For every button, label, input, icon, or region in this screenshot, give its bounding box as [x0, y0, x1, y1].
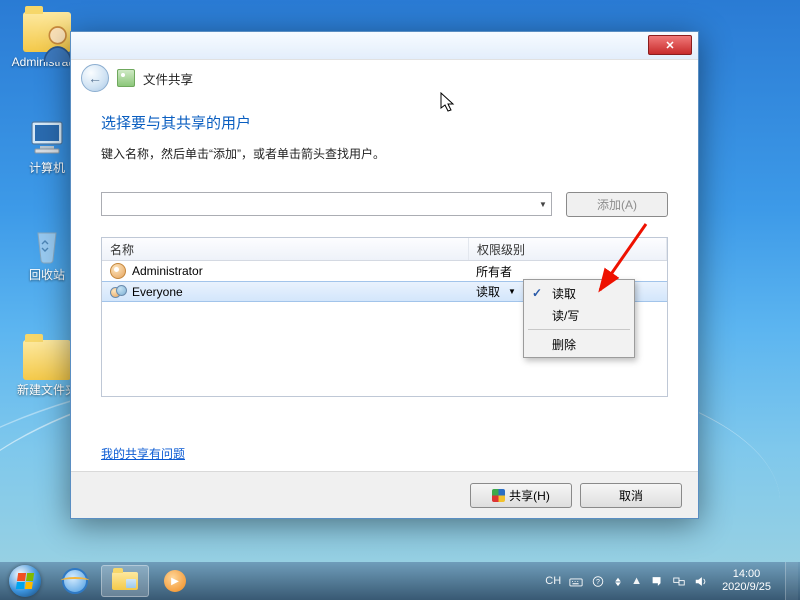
folder-icon [23, 12, 71, 52]
windows-logo-icon [16, 573, 34, 589]
folder-icon [23, 340, 71, 380]
help-icon[interactable]: ? [591, 575, 605, 588]
row-perm: 所有者 [468, 263, 520, 280]
back-button[interactable]: ← [81, 64, 109, 92]
start-button[interactable] [0, 562, 50, 600]
taskbar-explorer[interactable] [101, 565, 149, 597]
row-perm: 读取 [476, 283, 500, 300]
dialog-footer: 共享(H) 取消 [71, 471, 698, 518]
menu-item-read[interactable]: ✓读取 [526, 282, 632, 304]
menu-separator [528, 329, 630, 330]
share-button[interactable]: 共享(H) [470, 483, 572, 508]
taskbar-ie[interactable] [51, 565, 99, 597]
svg-text:?: ? [596, 579, 600, 586]
clock-time: 14:00 [722, 568, 771, 581]
language-indicator[interactable]: CH [545, 575, 561, 587]
permission-menu: ✓读取 读/写 删除 [523, 279, 635, 358]
explorer-icon [112, 572, 138, 590]
menu-item-readwrite[interactable]: 读/写 [526, 304, 632, 326]
recycle-icon [23, 225, 71, 265]
add-button[interactable]: 添加(A) [566, 192, 668, 217]
close-button[interactable]: ✕ [648, 35, 692, 55]
cancel-button[interactable]: 取消 [580, 483, 682, 508]
clock-date: 2020/9/25 [722, 581, 771, 594]
heading: 选择要与其共享的用户 [101, 112, 668, 133]
ie-icon [62, 568, 88, 594]
show-desktop[interactable] [785, 562, 798, 600]
clock[interactable]: 14:00 2020/9/25 [716, 568, 777, 594]
system-tray: CH ? ▲ 14:00 2020/9/25 [545, 562, 800, 600]
options-icon[interactable] [613, 575, 623, 588]
taskbar: CH ? ▲ 14:00 2020/9/25 [0, 562, 800, 600]
row-name: Administrator [132, 264, 203, 278]
titlebar[interactable]: ✕ [71, 32, 698, 60]
chevron-down-icon[interactable]: ▼ [535, 193, 551, 215]
network-icon[interactable] [672, 575, 686, 588]
table-row[interactable]: Administrator 所有者 [102, 261, 667, 281]
keyboard-icon[interactable] [569, 575, 583, 588]
action-center-icon[interactable] [650, 575, 664, 588]
chevron-down-icon[interactable]: ▼ [508, 287, 516, 296]
user-icon [110, 263, 126, 279]
media-player-icon [164, 570, 186, 592]
col-name[interactable]: 名称 [102, 238, 469, 260]
taskbar-wmp[interactable] [151, 565, 199, 597]
dialog-title: 文件共享 [143, 69, 193, 88]
shield-icon [492, 489, 505, 502]
row-name: Everyone [132, 285, 183, 299]
help-link[interactable]: 我的共享有问题 [101, 445, 185, 462]
subtext: 键入名称，然后单击“添加”，或者单击箭头查找用户。 [101, 145, 668, 162]
col-perm[interactable]: 权限级别 [469, 238, 667, 260]
volume-icon[interactable] [694, 575, 708, 588]
user-combobox[interactable]: ▼ [101, 192, 552, 216]
check-icon: ✓ [532, 286, 542, 300]
tray-overflow[interactable]: ▲ [631, 575, 642, 587]
group-icon [110, 285, 126, 299]
share-icon [117, 69, 135, 87]
computer-icon [23, 118, 71, 158]
dialog-header: ← 文件共享 [71, 60, 698, 96]
file-sharing-dialog: ✕ ← 文件共享 选择要与其共享的用户 键入名称，然后单击“添加”，或者单击箭头… [70, 31, 699, 519]
menu-item-remove[interactable]: 删除 [526, 333, 632, 355]
